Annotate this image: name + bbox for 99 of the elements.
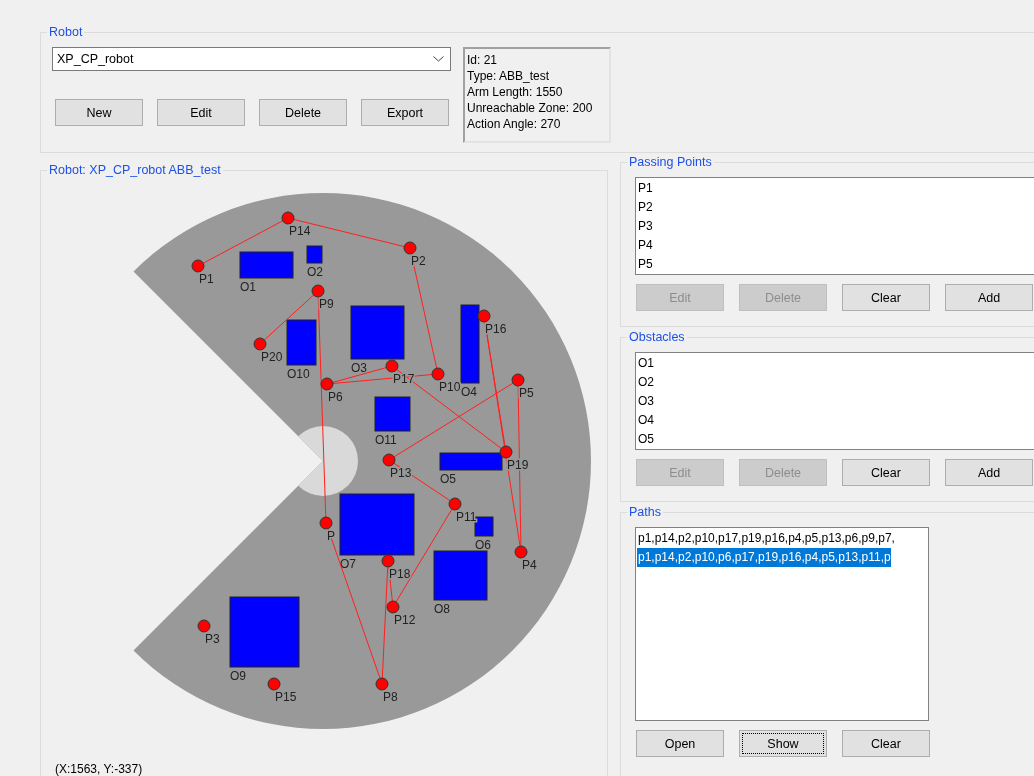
- action-button[interactable]: New: [55, 99, 143, 126]
- action-button[interactable]: Delete: [259, 99, 347, 126]
- obstacle: [229, 596, 300, 668]
- point-marker: [375, 677, 389, 691]
- action-button[interactable]: Add: [945, 459, 1033, 486]
- list-box[interactable]: P1 P2 P3 P4 P5: [635, 177, 1034, 275]
- info-line: Unreachable Zone: 200: [467, 100, 594, 116]
- obstacle-label: O10: [287, 367, 310, 381]
- obstacle-label: O9: [230, 669, 246, 683]
- point-label: P20: [261, 350, 283, 364]
- point-label: P3: [205, 632, 220, 646]
- action-button[interactable]: Export: [361, 99, 449, 126]
- point-marker: [511, 373, 525, 387]
- robot-dropdown[interactable]: XP_CP_robot: [52, 47, 451, 71]
- obstacle: [433, 550, 488, 601]
- obstacle: [286, 319, 317, 366]
- group-title: Robot: XP_CP_robot ABB_test: [48, 163, 222, 177]
- point-marker: [191, 259, 205, 273]
- obstacle: [350, 305, 405, 360]
- point-label: P18: [389, 567, 411, 581]
- point-label: P6: [328, 390, 343, 404]
- list-item[interactable]: P2: [637, 198, 653, 217]
- info-line: Id: 21: [467, 52, 499, 68]
- point-marker: [381, 554, 395, 568]
- obstacle-label: O3: [351, 361, 367, 375]
- obstacle: [306, 245, 323, 264]
- list-item[interactable]: P4: [637, 236, 653, 255]
- point-label: P10: [439, 380, 461, 394]
- obstacle-label: O2: [307, 265, 323, 279]
- action-button[interactable]: Clear: [842, 730, 930, 757]
- dropdown-value: XP_CP_robot: [57, 52, 134, 66]
- point-label: P5: [519, 386, 534, 400]
- group-title: Obstacles: [628, 330, 686, 344]
- chevron-icon: [433, 56, 444, 62]
- point-marker: [253, 337, 267, 351]
- list-item[interactable]: O1: [637, 354, 654, 373]
- point-label: P: [327, 529, 335, 543]
- obstacle-label: O8: [434, 602, 450, 616]
- group-title: Paths: [628, 505, 662, 519]
- group-title: Passing Points: [628, 155, 713, 169]
- list-item[interactable]: P1: [637, 179, 653, 198]
- info-line: Arm Length: 1550: [467, 84, 564, 100]
- obstacle-label: O1: [240, 280, 256, 294]
- obstacle-label: O7: [340, 557, 356, 571]
- point-label: P1: [199, 272, 214, 286]
- obstacle-label: O4: [461, 385, 477, 399]
- action-button[interactable]: Show: [739, 730, 827, 757]
- action-button[interactable]: Edit: [157, 99, 245, 126]
- info-line: Action Angle: 270: [467, 116, 562, 132]
- obstacle: [439, 452, 503, 471]
- point-marker: [382, 453, 396, 467]
- list-box[interactable]: p1,p14,p2,p10,p17,p19,p16,p4,p5,p13,p6,p9,p7, p1,p14,p2,p10,p6,p17,p19,p16,p4,p5,p13,p11,p: [635, 527, 929, 721]
- obstacle-label: O6: [475, 538, 491, 552]
- point-label: P12: [394, 613, 416, 627]
- point-marker: [499, 445, 513, 459]
- point-label: P13: [390, 466, 412, 480]
- point-label: P4: [522, 558, 537, 572]
- point-label: P8: [383, 690, 398, 704]
- list-item[interactable]: O4: [637, 411, 654, 430]
- obstacle: [239, 251, 294, 279]
- point-marker: [385, 359, 399, 373]
- point-marker: [431, 367, 445, 381]
- list-item[interactable]: O5: [637, 430, 654, 449]
- obstacle: [474, 516, 494, 537]
- unreachable-zone: [298, 426, 358, 496]
- point-marker: [386, 600, 400, 614]
- point-marker: [267, 677, 281, 691]
- point-marker: [311, 284, 325, 298]
- point-label: P9: [319, 297, 334, 311]
- action-button[interactable]: Open: [636, 730, 724, 757]
- group-title: Robot: [48, 25, 84, 39]
- point-marker: [281, 211, 295, 225]
- action-button[interactable]: Clear: [842, 459, 930, 486]
- point-marker: [320, 377, 334, 391]
- point-label: P14: [289, 224, 311, 238]
- obstacle-label: O11: [375, 433, 397, 447]
- cursor-coordinates: (X:1563, Y:-337): [55, 762, 143, 776]
- point-marker: [197, 619, 211, 633]
- point-label: P16: [485, 322, 507, 336]
- obstacle-label: O5: [440, 472, 456, 486]
- path-item[interactable]: p1,p14,p2,p10,p6,p17,p19,p16,p4,p5,p13,p11,p: [637, 548, 891, 567]
- point-label: P2: [411, 254, 426, 268]
- point-marker: [403, 241, 417, 255]
- point-marker: [477, 309, 491, 323]
- action-button[interactable]: Clear: [842, 284, 930, 311]
- path-item[interactable]: p1,p14,p2,p10,p17,p19,p16,p4,p5,p13,p6,p9,p7,: [637, 529, 895, 548]
- list-item[interactable]: O2: [637, 373, 654, 392]
- point-marker: [448, 497, 462, 511]
- point-marker: [514, 545, 528, 559]
- point-label: P15: [275, 690, 297, 704]
- info-line: Type: ABB_test: [467, 68, 551, 84]
- point-marker: [319, 516, 333, 530]
- point-label: P11: [456, 510, 477, 524]
- action-button[interactable]: Add: [945, 284, 1033, 311]
- list-item[interactable]: P3: [637, 217, 653, 236]
- list-item[interactable]: O3: [637, 392, 654, 411]
- list-box[interactable]: O1 O2 O3 O4 O5: [635, 352, 1034, 450]
- obstacle: [374, 396, 411, 432]
- list-item[interactable]: P5: [637, 255, 653, 274]
